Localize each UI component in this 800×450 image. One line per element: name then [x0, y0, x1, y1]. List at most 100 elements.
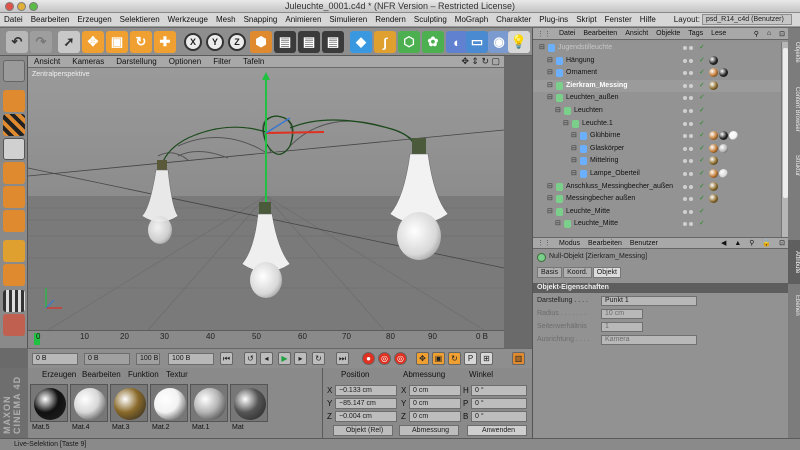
enabled-check-icon[interactable]: ✓	[699, 143, 705, 155]
object-name[interactable]: Anschluss_Messingbecher_außen	[566, 181, 673, 193]
material-thumbnail[interactable]	[30, 384, 68, 422]
position-x-field[interactable]: −0.133 cm	[335, 385, 397, 396]
end-frame-field-2[interactable]: 100 B	[136, 353, 160, 365]
object-tree-row[interactable]: ⊟ Leuchte_Mitte ✓	[533, 206, 781, 218]
expand-toggle-icon[interactable]: ⊟	[547, 193, 553, 205]
camera-object-icon[interactable]: ◉	[488, 31, 510, 53]
recent-tool-icon[interactable]: ✚	[154, 31, 176, 53]
visibility-dots-icon[interactable]	[683, 219, 697, 229]
play-icon[interactable]: ▶	[278, 352, 291, 365]
object-name[interactable]: Leuchten_außen	[566, 92, 619, 104]
menu-plugins[interactable]: Plug-ins	[535, 15, 572, 24]
material-thumbnail[interactable]	[150, 384, 188, 422]
workplane-icon[interactable]	[3, 290, 25, 312]
visibility-dots-icon[interactable]	[683, 194, 697, 204]
material-tag-icon[interactable]	[709, 143, 718, 153]
render-view-icon[interactable]: ▤	[274, 31, 296, 53]
material-tag-icon[interactable]	[709, 169, 718, 178]
end-frame-field[interactable]: 100 B	[168, 353, 214, 365]
viewport-menu-darstellung[interactable]: Darstellung	[110, 57, 162, 66]
object-name[interactable]: Jugendstilleuchte	[558, 42, 612, 54]
timeline-ruler[interactable]: 0 10 20 30 40 50 60 70 80 90 0 B	[28, 330, 504, 348]
om-menu-objekte[interactable]: Objekte	[652, 30, 684, 37]
new-window-icon[interactable]: ⊡	[775, 30, 789, 38]
locked-workplane-icon[interactable]	[3, 314, 25, 336]
selection-arrow-icon[interactable]: ➚	[58, 31, 80, 53]
floor-object-icon[interactable]: ▭	[466, 31, 488, 53]
enabled-check-icon[interactable]: ✓	[699, 92, 705, 104]
up-arrow-icon[interactable]: ▲	[730, 240, 745, 247]
object-tree-row[interactable]: ⊟ Ornament ✓	[533, 67, 781, 79]
om-menu-lesezeichen[interactable]: Lese	[707, 30, 730, 37]
grip-icon[interactable]: ⋮⋮	[533, 239, 555, 247]
cube-primitive-icon[interactable]: ◆	[350, 31, 372, 53]
search-icon[interactable]: ⚲	[750, 30, 763, 38]
subdivision-surface-icon[interactable]: ⬡	[398, 31, 420, 53]
undo-icon[interactable]: ↶	[6, 31, 28, 53]
render-picture-viewer-icon[interactable]: ▤	[298, 31, 320, 53]
home-icon[interactable]: ⌂	[763, 30, 775, 37]
object-name[interactable]: Leuchte.1	[582, 118, 613, 130]
lock-icon[interactable]: 🔒	[758, 239, 775, 247]
visibility-dots-icon[interactable]	[683, 93, 697, 103]
object-tree-row[interactable]: ⊟ Leuchte.1 ✓	[533, 118, 781, 130]
menu-sculpting[interactable]: Sculpting	[410, 15, 451, 24]
workplane-mode-icon[interactable]	[3, 138, 25, 160]
points-mode-icon[interactable]	[3, 162, 25, 184]
tab-basis[interactable]: Basis	[537, 267, 563, 278]
menu-bearbeiten[interactable]: Bearbeiten	[27, 15, 74, 24]
menu-mograph[interactable]: MoGraph	[451, 15, 492, 24]
polygons-mode-icon[interactable]	[3, 210, 25, 232]
sidetab-attribute[interactable]: Attribute	[788, 240, 800, 284]
edges-mode-icon[interactable]	[3, 186, 25, 208]
visibility-dots-icon[interactable]	[683, 182, 697, 192]
material-menu-bearbeiten[interactable]: Bearbeiten	[82, 370, 121, 379]
material-tag-icon[interactable]	[719, 131, 728, 141]
object-tree-row[interactable]: ⊟ Lampe_Oberteil ✓	[533, 168, 781, 180]
object-name[interactable]: Messingbecher außen	[566, 193, 635, 205]
object-tree-row[interactable]: ⊟ Messingbecher außen ✓	[533, 193, 781, 205]
position-y-field[interactable]: −85.147 cm	[335, 398, 397, 409]
expand-toggle-icon[interactable]: ⊟	[563, 118, 569, 130]
expand-toggle-icon[interactable]: ⊟	[539, 42, 545, 54]
sidetab-ebenen[interactable]: Ebenen	[788, 288, 800, 322]
size-x-field[interactable]: 0 cm	[409, 385, 461, 396]
enabled-check-icon[interactable]: ✓	[699, 118, 705, 130]
menu-charakter[interactable]: Charakter	[492, 15, 535, 24]
expand-toggle-icon[interactable]: ⊟	[571, 143, 577, 155]
new-window-icon[interactable]: ⊡	[775, 239, 789, 247]
expand-toggle-icon[interactable]: ⊟	[547, 80, 553, 92]
sidetab-struktur[interactable]: Struktur	[788, 146, 800, 186]
y-axis-lock-icon[interactable]: Y	[206, 33, 224, 51]
material-tag-icon[interactable]	[729, 131, 738, 141]
material-menu-funktion[interactable]: Funktion	[128, 370, 159, 379]
enabled-check-icon[interactable]: ✓	[699, 105, 705, 117]
expand-toggle-icon[interactable]: ⊟	[547, 92, 553, 104]
enabled-check-icon[interactable]: ✓	[699, 181, 705, 193]
object-tree-row[interactable]: ⊟ Jugendstilleuchte ✓	[533, 42, 781, 54]
material-menu-textur[interactable]: Textur	[166, 370, 188, 379]
visibility-dots-icon[interactable]	[683, 207, 697, 217]
coord-mode-select[interactable]: Objekt (Rel)	[333, 425, 393, 436]
darstellung-select[interactable]: Punkt 1	[601, 296, 697, 306]
back-arrow-icon[interactable]: ◀	[717, 239, 730, 247]
expand-toggle-icon[interactable]: ⊟	[555, 218, 561, 230]
tab-objekt[interactable]: Objekt	[592, 267, 621, 278]
key-pla-icon[interactable]: ⊞	[480, 352, 493, 365]
menu-selektieren[interactable]: Selektieren	[116, 15, 164, 24]
menu-hilfe[interactable]: Hilfe	[636, 15, 660, 24]
menu-erzeugen[interactable]: Erzeugen	[73, 15, 115, 24]
scale-tool-icon[interactable]: ▣	[106, 31, 128, 53]
make-editable-icon[interactable]	[3, 60, 25, 82]
object-name[interactable]: Glaskörper	[590, 143, 624, 155]
goto-end-icon[interactable]: ⏭	[336, 352, 349, 365]
viewport-menu-filter[interactable]: Filter	[207, 57, 237, 66]
object-name[interactable]: Glühbirne	[590, 130, 620, 142]
visibility-dots-icon[interactable]	[683, 106, 697, 116]
timeline-window-icon[interactable]: ▥	[512, 352, 525, 365]
material-tag-icon[interactable]	[709, 156, 718, 166]
attr-menu-modus[interactable]: Modus	[555, 240, 584, 247]
enabled-check-icon[interactable]: ✓	[699, 206, 705, 218]
material-tag-icon[interactable]	[709, 181, 718, 191]
material-tag-icon[interactable]	[709, 55, 718, 65]
